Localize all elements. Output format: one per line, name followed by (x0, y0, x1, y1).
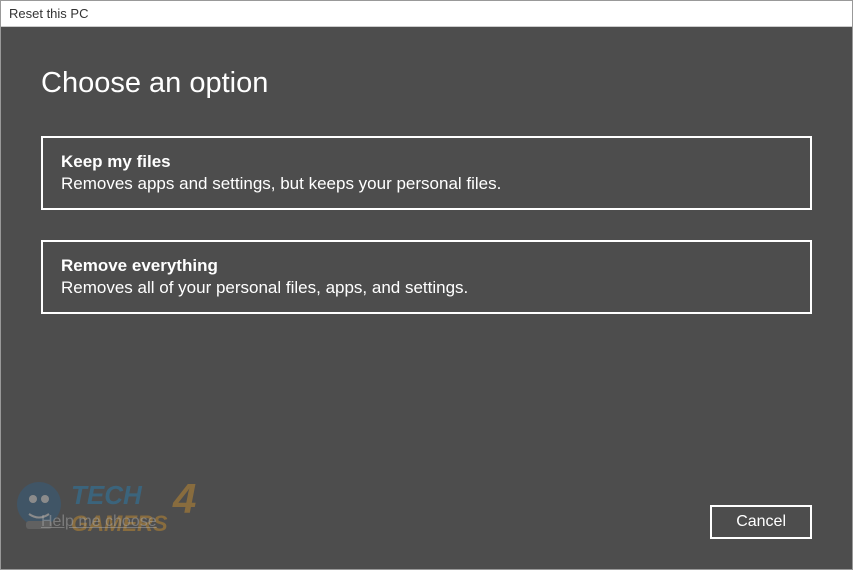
option-title: Remove everything (61, 256, 792, 276)
option-remove-everything[interactable]: Remove everything Removes all of your pe… (41, 240, 812, 314)
help-me-choose-link[interactable]: Help me choose (41, 513, 157, 531)
option-description: Removes all of your personal files, apps… (61, 278, 792, 298)
reset-pc-window: Reset this PC Choose an option Keep my f… (0, 0, 853, 570)
option-title: Keep my files (61, 152, 792, 172)
cancel-button[interactable]: Cancel (710, 505, 812, 539)
page-heading: Choose an option (41, 67, 812, 100)
window-titlebar: Reset this PC (1, 1, 852, 27)
option-description: Removes apps and settings, but keeps you… (61, 174, 792, 194)
window-title: Reset this PC (9, 6, 88, 21)
footer-row: Help me choose Cancel (41, 505, 812, 539)
option-keep-my-files[interactable]: Keep my files Removes apps and settings,… (41, 136, 812, 210)
content-area: Choose an option Keep my files Removes a… (1, 27, 852, 569)
